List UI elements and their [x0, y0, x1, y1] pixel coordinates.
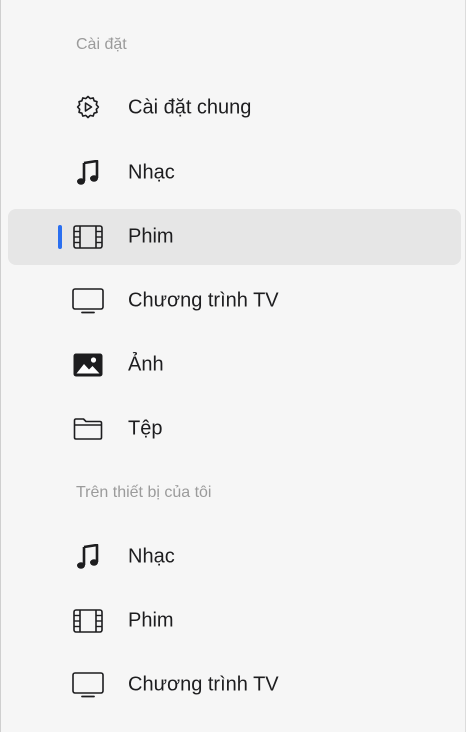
music-note-icon	[71, 543, 105, 571]
sidebar-item-label: Chương trình TV	[128, 673, 279, 696]
gear-icon	[71, 94, 105, 122]
tv-icon	[71, 671, 105, 699]
sidebar-item-music[interactable]: Nhạc	[8, 145, 461, 201]
section-header-settings: Cài đặt	[76, 36, 127, 53]
folder-icon	[71, 415, 105, 443]
selection-indicator	[58, 225, 62, 249]
section-header-on-my-device: Trên thiết bị của tôi	[76, 484, 212, 501]
sidebar-item-general[interactable]: Cài đặt chung	[8, 80, 461, 136]
film-icon	[71, 223, 105, 251]
sidebar-item-label: Phim	[128, 609, 174, 632]
film-icon	[71, 607, 105, 635]
sidebar-item-tv-shows[interactable]: Chương trình TV	[8, 273, 461, 329]
music-note-icon	[71, 159, 105, 187]
sidebar-item-movies[interactable]: Phim	[8, 209, 461, 265]
sidebar-item-files[interactable]: Tệp	[8, 401, 461, 457]
sidebar-item-label: Cài đặt chung	[128, 96, 252, 119]
sidebar: Cài đặt Cài đặt chung Nhạc Phim Chương t…	[0, 0, 466, 732]
sidebar-item-label: Nhạc	[128, 545, 175, 568]
sidebar-item-label: Chương trình TV	[128, 289, 279, 312]
photo-icon	[71, 351, 105, 379]
sidebar-item-device-music[interactable]: Nhạc	[8, 529, 461, 585]
sidebar-item-label: Tệp	[128, 417, 163, 440]
sidebar-item-photos[interactable]: Ảnh	[8, 337, 461, 393]
tv-icon	[71, 287, 105, 315]
sidebar-item-label: Phim	[128, 225, 174, 248]
sidebar-item-label: Ảnh	[128, 353, 164, 376]
sidebar-item-device-tv-shows[interactable]: Chương trình TV	[8, 657, 461, 713]
sidebar-item-device-movies[interactable]: Phim	[8, 593, 461, 649]
sidebar-item-label: Nhạc	[128, 161, 175, 184]
